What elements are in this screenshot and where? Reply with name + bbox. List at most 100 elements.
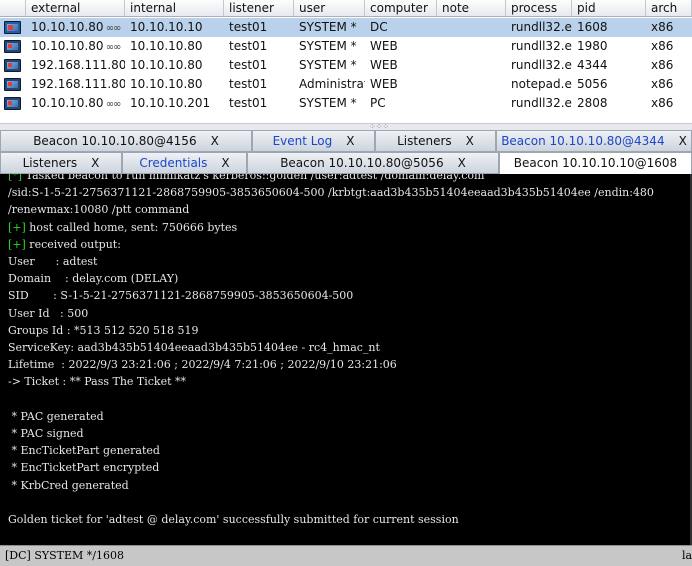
console-text: User Id : 500 — [8, 306, 89, 320]
cell-internal: 10.10.10.80 — [125, 56, 224, 75]
tab-beacon-1608[interactable]: Beacon 10.10.10.10@1608 — [499, 152, 692, 175]
cell-pid: 5056 — [572, 75, 646, 94]
tab-event-log[interactable]: Event Log X — [252, 130, 375, 152]
cell-pid: 1608 — [572, 18, 646, 37]
table-row[interactable]: 10.10.10.80 ∞∞ 10.10.10.80 test01 SYSTEM * W… — [0, 37, 692, 56]
console-text: Tasked beacon to run mimikatz's kerberos… — [22, 174, 485, 182]
tab-close-icon[interactable]: X — [466, 134, 474, 148]
console-text: Groups Id : *513 512 520 518 519 — [8, 323, 199, 337]
beacon-monitor-icon — [4, 21, 21, 34]
header-internal[interactable]: internal — [125, 0, 224, 16]
beacon-monitor-icon — [4, 97, 21, 110]
console-text: * EncTicketPart generated — [8, 444, 160, 458]
beacon-monitor-icon — [4, 59, 21, 72]
cell-external: 10.10.10.80 ∞∞ — [26, 18, 125, 37]
table-row[interactable]: 192.168.111.80 10.10.10.80 test01 Administr… — [0, 75, 692, 94]
tab-credentials[interactable]: Credentials X — [122, 152, 247, 174]
console-line: ServiceKey: aad3b435b51404eeaad3b435b514… — [8, 339, 380, 356]
header-note[interactable]: note — [437, 0, 506, 16]
tab-close-icon[interactable]: X — [91, 156, 99, 170]
internal-text: 10.10.10.10 — [130, 20, 203, 34]
process-text: rundll32.exe — [511, 20, 572, 34]
header-process[interactable]: process — [506, 0, 572, 16]
cell-internal: 10.10.10.80 — [125, 75, 224, 94]
beacon-cell — [0, 18, 26, 37]
console-line: SID : S-1-5-21-2756371121-2868759905-385… — [8, 287, 353, 304]
console-text: Golden ticket for 'adtest @ delay.com' s… — [8, 513, 459, 526]
pid-text: 1608 — [577, 20, 608, 34]
process-text: rundll32.exe — [511, 58, 572, 72]
cell-external: 192.168.111.80 — [26, 56, 125, 75]
header-arch[interactable]: arch — [646, 0, 692, 16]
console-line: * PAC signed — [8, 425, 83, 442]
table-row[interactable]: 192.168.111.80 10.10.10.80 test01 SYSTEM * W… — [0, 56, 692, 75]
tab-close-icon[interactable]: X — [679, 134, 687, 148]
header-pid[interactable]: pid — [572, 0, 646, 16]
table-row[interactable]: 10.10.10.80 ∞∞ 10.10.10.201 test01 SYSTEM *… — [0, 94, 692, 113]
arch-text: x86 — [651, 58, 674, 72]
cell-process: notepad.exe — [506, 75, 572, 94]
tab-beacon-4344[interactable]: Beacon 10.10.10.80@4344 X — [496, 130, 692, 152]
cell-process: rundll32.exe — [506, 94, 572, 113]
session-table[interactable]: external internal listener user computer… — [0, 0, 692, 123]
status-tag: [+] — [8, 237, 26, 251]
cell-external: 10.10.10.80 ∞∞ — [26, 94, 125, 113]
console-line: * PAC generated — [8, 408, 104, 425]
computer-text: DC — [370, 20, 388, 34]
cell-note — [437, 75, 506, 94]
tab-beacon-5056[interactable]: Beacon 10.10.10.80@5056 X — [247, 152, 499, 174]
tab-label: Beacon 10.10.10.80@4344 — [501, 134, 665, 148]
console-line: User : adtest — [8, 253, 97, 270]
beacon-console-output[interactable]: [*] Tasked beacon to run mimikatz's kerb… — [0, 174, 692, 545]
header-icon-col[interactable] — [0, 0, 26, 16]
header-external[interactable]: external — [26, 0, 125, 16]
tab-beacon-4156[interactable]: Beacon 10.10.10.80@4156 X — [0, 130, 252, 152]
cell-user: SYSTEM * — [294, 56, 365, 75]
external-text: 10.10.10.80 — [31, 20, 104, 34]
cell-internal: 10.10.10.201 — [125, 94, 224, 113]
beacon-cell — [0, 94, 26, 113]
console-text: * PAC generated — [8, 409, 104, 423]
arch-text: x86 — [651, 20, 674, 34]
pivot-chain-icon: ∞∞ — [105, 23, 122, 34]
cell-user: SYSTEM * — [294, 18, 365, 37]
console-text: * KrbCred generated — [8, 478, 129, 492]
tab-close-icon[interactable]: X — [221, 156, 229, 170]
console-line: * KrbCred generated — [8, 477, 129, 494]
status-tag: [*] — [8, 174, 23, 182]
external-text: 10.10.10.80 — [31, 96, 104, 110]
tab-label: Event Log — [272, 134, 333, 148]
computer-text: WEB — [370, 58, 398, 72]
console-line: [+] host called home, sent: 750666 bytes — [8, 219, 237, 236]
table-row[interactable]: 10.10.10.80 ∞∞ 10.10.10.10 test01 SYSTEM * D… — [0, 18, 692, 37]
tab-close-icon[interactable]: X — [211, 134, 219, 148]
cell-arch: x86 — [646, 18, 692, 37]
console-line: * EncTicketPart generated — [8, 442, 160, 459]
tab-close-icon[interactable]: X — [346, 134, 354, 148]
header-user[interactable]: user — [294, 0, 365, 16]
arch-text: x86 — [651, 39, 674, 53]
tab-label: Listeners — [22, 156, 78, 170]
console-line: [+] received output: — [8, 236, 121, 253]
process-text: rundll32.exe — [511, 39, 572, 53]
tab-strip: Beacon 10.10.10.80@4156 X Event Log X List… — [0, 130, 692, 175]
cell-external: 192.168.111.80 — [26, 75, 125, 94]
console-text: ServiceKey: aad3b435b51404eeaad3b435b514… — [8, 341, 380, 354]
cell-arch: x86 — [646, 56, 692, 75]
console-text: Lifetime : 2022/9/3 23:21:06 ; 2022/9/4 … — [8, 358, 397, 372]
header-computer[interactable]: computer — [365, 0, 437, 16]
tab-listeners-1[interactable]: Listeners X — [375, 130, 496, 152]
tab-close-icon[interactable]: X — [458, 156, 466, 170]
cell-user: SYSTEM * — [294, 94, 365, 113]
status-last-seen: la — [682, 549, 692, 562]
status-tag: [+] — [8, 220, 26, 234]
beacon-cell — [0, 75, 26, 94]
tab-label: Credentials — [139, 156, 208, 170]
external-text: 10.10.10.80 — [31, 39, 104, 53]
cell-listener: test01 — [224, 75, 294, 94]
status-bar: [DC] SYSTEM */1608 la — [0, 545, 692, 566]
header-listener[interactable]: listener — [224, 0, 294, 16]
cell-note — [437, 37, 506, 56]
panel-splitter[interactable]: ⁘⁘⁘ — [0, 123, 692, 131]
tab-listeners-2[interactable]: Listeners X — [0, 152, 122, 174]
